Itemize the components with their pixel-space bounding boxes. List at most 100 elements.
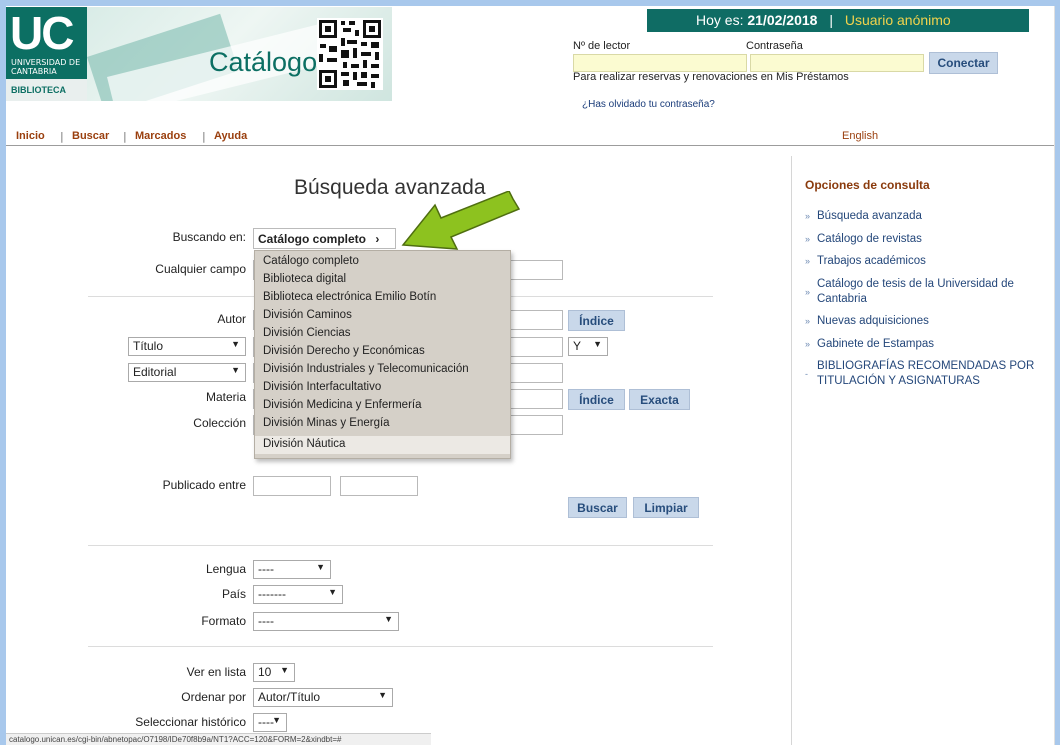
scope-option[interactable]: División Minas y Energía — [255, 415, 510, 433]
password-input[interactable] — [750, 54, 924, 72]
password-label: Contraseña — [746, 40, 803, 52]
bullet-icon: » — [805, 211, 811, 221]
country-label: País — [221, 587, 246, 601]
sidebar-title: Opciones de consulta — [805, 178, 930, 192]
sidebar-item-label: Búsqueda avanzada — [817, 210, 922, 222]
scope-dropdown-list: Catálogo completo Biblioteca digital Bib… — [254, 250, 511, 459]
dropdown-arrow-icon: ▼ — [280, 665, 289, 675]
chevron-right-icon: › — [375, 232, 380, 246]
reader-number-input[interactable] — [573, 54, 747, 72]
bullet-icon: » — [805, 287, 811, 297]
connect-button[interactable]: Conectar — [929, 52, 998, 74]
sidebar-item-label: Gabinete de Estampas — [817, 338, 934, 350]
list-count-select[interactable]: 10 ▼ — [253, 663, 295, 682]
operator-select[interactable]: Y ▼ — [568, 337, 608, 356]
forgot-password-link[interactable]: ¿Has olvidado tu contraseña? — [582, 99, 715, 110]
reserve-info-text: Para realizar reservas y renovaciones en… — [573, 71, 849, 83]
published-from-input[interactable] — [253, 476, 331, 496]
menu-separator: | — [60, 130, 64, 143]
divider — [88, 646, 713, 647]
catalog-title: Catálogo — [209, 47, 318, 77]
scope-option[interactable]: División Industriales y Telecomunicación — [255, 361, 510, 379]
uc-logo[interactable]: UC UNIVERSIDAD DE CANTABRIA BIBLIOTECA — [6, 7, 87, 101]
menu-separator: | — [123, 130, 127, 143]
author-index-button[interactable]: Índice — [568, 310, 625, 331]
sidebar-item-busqueda-avanzada[interactable]: » Búsqueda avanzada — [805, 209, 1045, 224]
vertical-scrollbar[interactable] — [1054, 6, 1055, 745]
logo-library-text: BIBLIOTECA — [6, 79, 87, 101]
sort-by-value: Autor/Título — [258, 690, 321, 704]
menu-inicio[interactable]: Inicio — [16, 130, 45, 142]
searching-in-label: Buscando en: — [172, 230, 246, 244]
history-label: Seleccionar histórico — [135, 715, 246, 729]
sidebar-item-label: Trabajos académicos — [817, 255, 926, 267]
logo-university-text: UNIVERSIDAD DE CANTABRIA — [11, 58, 81, 76]
field-select-title-value: Título — [133, 339, 164, 353]
menu-ayuda[interactable]: Ayuda — [214, 130, 247, 142]
scope-option[interactable]: División Ciencias — [255, 325, 510, 343]
subject-label: Materia — [205, 390, 246, 404]
language-label: Lengua — [205, 562, 246, 576]
scope-value: Catálogo completo — [258, 232, 367, 246]
any-field-label: Cualquier campo — [155, 262, 246, 276]
author-label: Autor — [217, 312, 246, 326]
divider — [88, 545, 713, 546]
field-select-publisher[interactable]: Editorial ▼ — [128, 363, 246, 382]
sidebar-item-bibliografias[interactable]: - BIBLIOGRAFÍAS RECOMENDADAS POR TITULAC… — [805, 359, 1045, 389]
subject-index-button[interactable]: Índice — [568, 389, 625, 410]
list-count-value: 10 — [258, 665, 272, 679]
reader-label: Nº de lector — [573, 40, 631, 52]
clear-button[interactable]: Limpiar — [633, 497, 699, 518]
collection-label: Colección — [193, 416, 246, 430]
sidebar-item-label: Catálogo de revistas — [817, 233, 922, 245]
scope-option[interactable]: Biblioteca digital — [255, 271, 510, 289]
qr-code-icon — [317, 18, 383, 90]
user-status: Usuario anónimo — [844, 12, 951, 28]
sidebar-item-trabajos[interactable]: » Trabajos académicos — [805, 254, 1045, 269]
language-select[interactable]: ---- ▼ — [253, 560, 331, 579]
sidebar-item-label: Catálogo de tesis de la Universidad de C… — [817, 278, 1014, 305]
subject-exact-button[interactable]: Exacta — [629, 389, 690, 410]
menu-separator: | — [202, 130, 206, 143]
dropdown-arrow-icon: ▼ — [593, 339, 602, 349]
country-select[interactable]: ------- ▼ — [253, 585, 343, 604]
sidebar-item-label: Nuevas adquisiciones — [817, 315, 929, 327]
scope-option[interactable]: División Náutica — [255, 436, 510, 454]
date-label: Hoy es: — [696, 12, 744, 28]
language-select-value: ---- — [258, 562, 274, 576]
dropdown-arrow-icon: ▼ — [378, 690, 387, 700]
scope-option[interactable]: División Interfacultativo — [255, 379, 510, 397]
dropdown-arrow-icon: ▼ — [384, 614, 393, 624]
top-menu: Inicio | Buscar | Marcados | Ayuda Engli… — [6, 130, 1055, 146]
search-button[interactable]: Buscar — [568, 497, 627, 518]
history-select[interactable]: ---- ▼ — [253, 713, 287, 732]
english-link[interactable]: English — [842, 130, 878, 142]
scope-option[interactable]: Biblioteca electrónica Emilio Botín — [255, 289, 510, 307]
menu-marcados[interactable]: Marcados — [135, 130, 186, 142]
bullet-icon: » — [805, 339, 811, 349]
sort-by-label: Ordenar por — [181, 690, 246, 704]
page: UC UNIVERSIDAD DE CANTABRIA BIBLIOTECA C… — [6, 6, 1055, 745]
menu-buscar[interactable]: Buscar — [72, 130, 109, 142]
format-select[interactable]: ---- ▼ — [253, 612, 399, 631]
sidebar-divider — [791, 156, 792, 745]
scope-option[interactable]: División Derecho y Económicas — [255, 343, 510, 361]
list-view-label: Ver en lista — [186, 665, 246, 679]
sidebar-item-revistas[interactable]: » Catálogo de revistas — [805, 232, 1045, 247]
sidebar-item-tesis[interactable]: » Catálogo de tesis de la Universidad de… — [805, 277, 1045, 307]
published-to-input[interactable] — [340, 476, 418, 496]
dropdown-arrow-icon: ▼ — [231, 365, 240, 375]
bullet-icon: - — [805, 369, 808, 379]
format-label: Formato — [201, 614, 246, 628]
scope-selector[interactable]: Catálogo completo › — [253, 228, 396, 249]
scope-option[interactable]: División Medicina y Enfermería — [255, 397, 510, 415]
field-select-title[interactable]: Título ▼ — [128, 337, 246, 356]
logo-uc-text: UC — [10, 7, 74, 59]
scope-option[interactable]: División Caminos — [255, 307, 510, 325]
date-user-bar: Hoy es: 21/02/2018 | Usuario anónimo — [647, 9, 1029, 32]
sidebar-item-adquisiciones[interactable]: » Nuevas adquisiciones — [805, 314, 1045, 329]
sidebar-item-label: BIBLIOGRAFÍAS RECOMENDADAS POR TITULACIÓ… — [817, 360, 1035, 387]
sidebar-item-estampas[interactable]: » Gabinete de Estampas — [805, 337, 1045, 352]
sort-by-select[interactable]: Autor/Título ▼ — [253, 688, 393, 707]
country-select-value: ------- — [258, 587, 286, 601]
